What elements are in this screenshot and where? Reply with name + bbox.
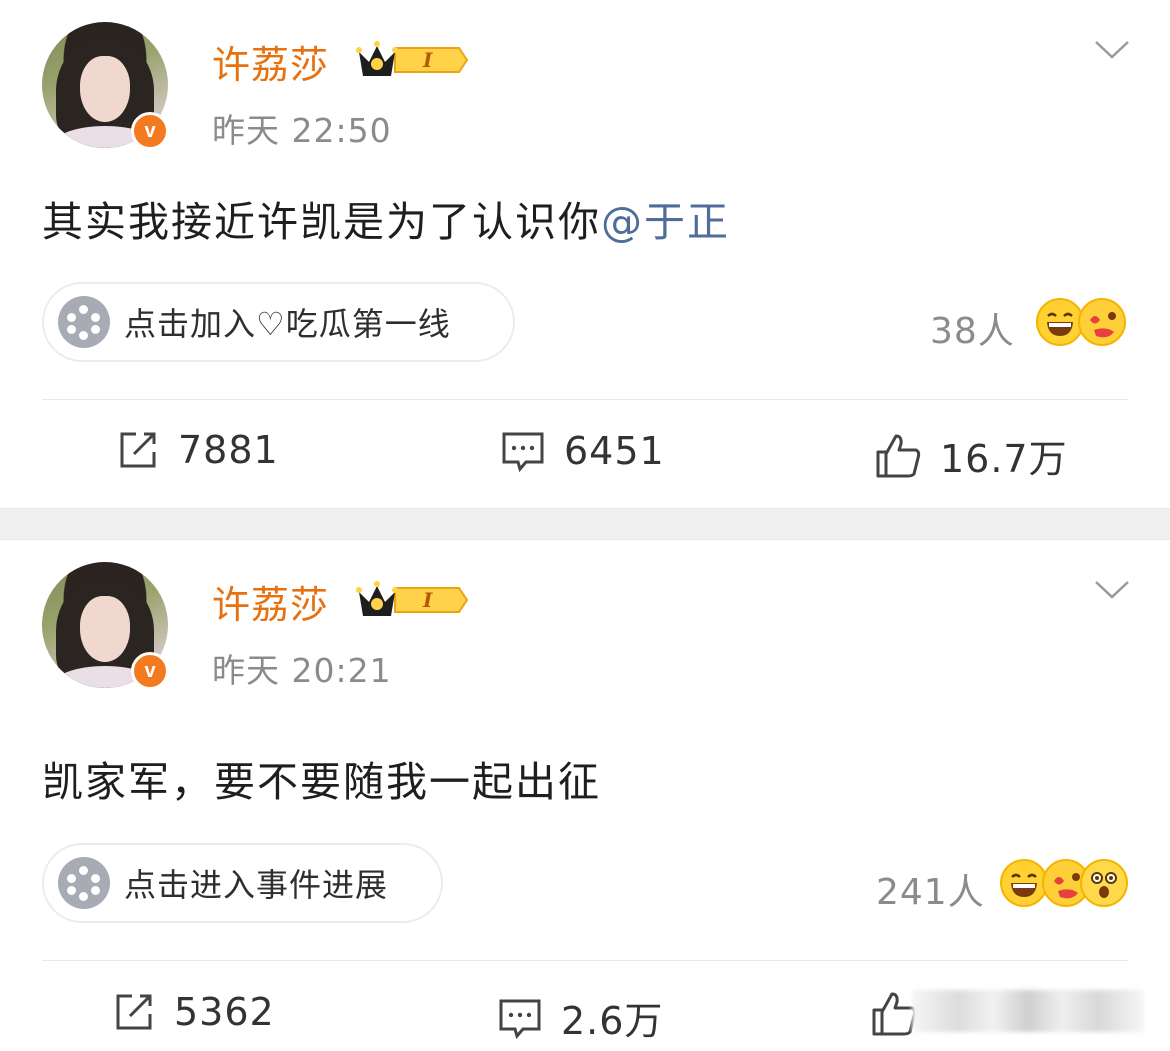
post-card[interactable]: v 许荔莎 I 昨天 20:21 凯家军，要不要随我一起出征 点击进入事件进展 … — [0, 540, 1170, 1051]
shocked-emoji-icon — [1080, 859, 1128, 907]
feed-separator — [0, 508, 1170, 540]
divider — [42, 960, 1128, 961]
grin-emoji-icon — [1000, 859, 1048, 907]
like-button[interactable]: 16.7万 — [874, 428, 1068, 483]
author-name[interactable]: 许荔莎 — [212, 574, 329, 629]
post-text: 凯家军，要不要随我一起出征 — [42, 748, 601, 808]
vip-crown-icon[interactable]: I — [355, 578, 471, 622]
post-body: 凯家军，要不要随我一起出征 — [42, 758, 601, 806]
obscured-like-count — [912, 990, 1144, 1032]
vip-level-label: I — [422, 48, 433, 72]
chevron-down-icon[interactable] — [1093, 38, 1131, 62]
repost-count: 5362 — [174, 990, 275, 1034]
reaction-count[interactable]: 38人 — [930, 302, 1015, 354]
verified-icon: v — [131, 112, 169, 150]
post-text: 其实我接近许凯是为了认识你@于正 — [42, 188, 730, 248]
verified-icon: v — [131, 652, 169, 690]
comment-button[interactable]: 6451 — [500, 428, 665, 474]
comment-icon — [502, 432, 544, 473]
love-face-emoji-icon — [1078, 298, 1126, 346]
post-card[interactable]: v 许荔莎 I 昨天 22:50 其实我接近许凯是为了认识你@于正 点击加入♡吃… — [0, 0, 1170, 508]
repost-button[interactable]: 7881 — [116, 428, 279, 472]
chevron-down-icon[interactable] — [1093, 578, 1131, 602]
topic-label: 点击进入事件进展 — [124, 866, 389, 904]
comment-count: 6451 — [564, 429, 665, 473]
topic-label: 点击加入♡吃瓜第一线 — [124, 305, 451, 343]
divider — [42, 399, 1128, 400]
repost-count: 7881 — [178, 428, 279, 472]
avatar-face — [80, 596, 130, 662]
like-count: 16.7万 — [940, 437, 1068, 481]
topic-icon — [58, 857, 110, 909]
post-time: 昨天 20:21 — [212, 651, 392, 690]
reaction-count[interactable]: 241人 — [876, 863, 985, 915]
topic-button[interactable]: 点击进入事件进展 — [42, 843, 443, 923]
mention-link[interactable]: @于正 — [601, 198, 730, 246]
repost-button[interactable]: 5362 — [112, 990, 275, 1034]
topic-button[interactable]: 点击加入♡吃瓜第一线 — [42, 282, 515, 362]
author-name[interactable]: 许荔莎 — [212, 34, 329, 89]
thumbs-up-icon — [876, 434, 921, 477]
grin-emoji-icon — [1036, 298, 1084, 346]
vip-crown-icon[interactable]: I — [355, 38, 471, 82]
avatar-face — [80, 56, 130, 122]
comment-button[interactable]: 2.6万 — [497, 990, 663, 1045]
comment-count: 2.6万 — [561, 999, 664, 1043]
repost-icon — [120, 432, 156, 468]
thumbs-up-icon — [872, 992, 917, 1036]
post-time: 昨天 22:50 — [212, 111, 392, 150]
topic-icon — [58, 296, 110, 348]
repost-icon — [116, 994, 152, 1030]
comment-icon — [499, 999, 541, 1039]
post-body: 其实我接近许凯是为了认识你 — [42, 198, 601, 246]
vip-level-label: I — [422, 588, 433, 612]
